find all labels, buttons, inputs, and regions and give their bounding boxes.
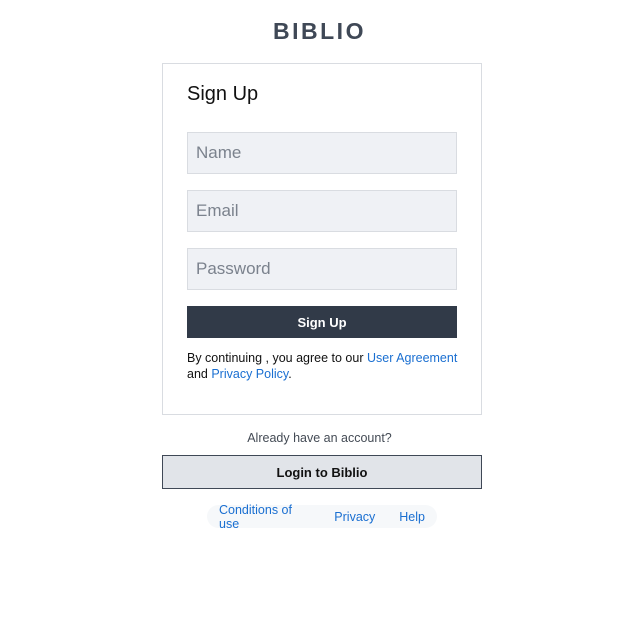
conditions-of-use-link[interactable]: Conditions of use — [207, 503, 322, 531]
help-link[interactable]: Help — [387, 510, 437, 524]
signup-card: Sign Up Sign Up By continuing , you agre… — [162, 63, 482, 415]
password-input[interactable] — [187, 248, 457, 290]
terms-prefix: By continuing , you agree to our — [187, 351, 367, 365]
signup-title: Sign Up — [187, 83, 259, 105]
email-input[interactable] — [187, 190, 457, 232]
brand-logo: BIBLIO — [273, 18, 366, 44]
have-account-prompt: Already have an account? — [247, 431, 392, 445]
terms-text: By continuing , you agree to our User Ag… — [187, 350, 459, 382]
signup-button[interactable]: Sign Up — [187, 306, 457, 338]
terms-suffix: . — [288, 367, 292, 381]
terms-middle: and — [187, 367, 212, 381]
user-agreement-link[interactable]: User Agreement — [367, 351, 457, 365]
footer-links: Conditions of use Privacy Help — [207, 503, 437, 531]
login-button[interactable]: Login to Biblio — [162, 455, 482, 489]
privacy-policy-link[interactable]: Privacy Policy — [211, 367, 288, 381]
privacy-link[interactable]: Privacy — [322, 510, 387, 524]
name-input[interactable] — [187, 132, 457, 174]
